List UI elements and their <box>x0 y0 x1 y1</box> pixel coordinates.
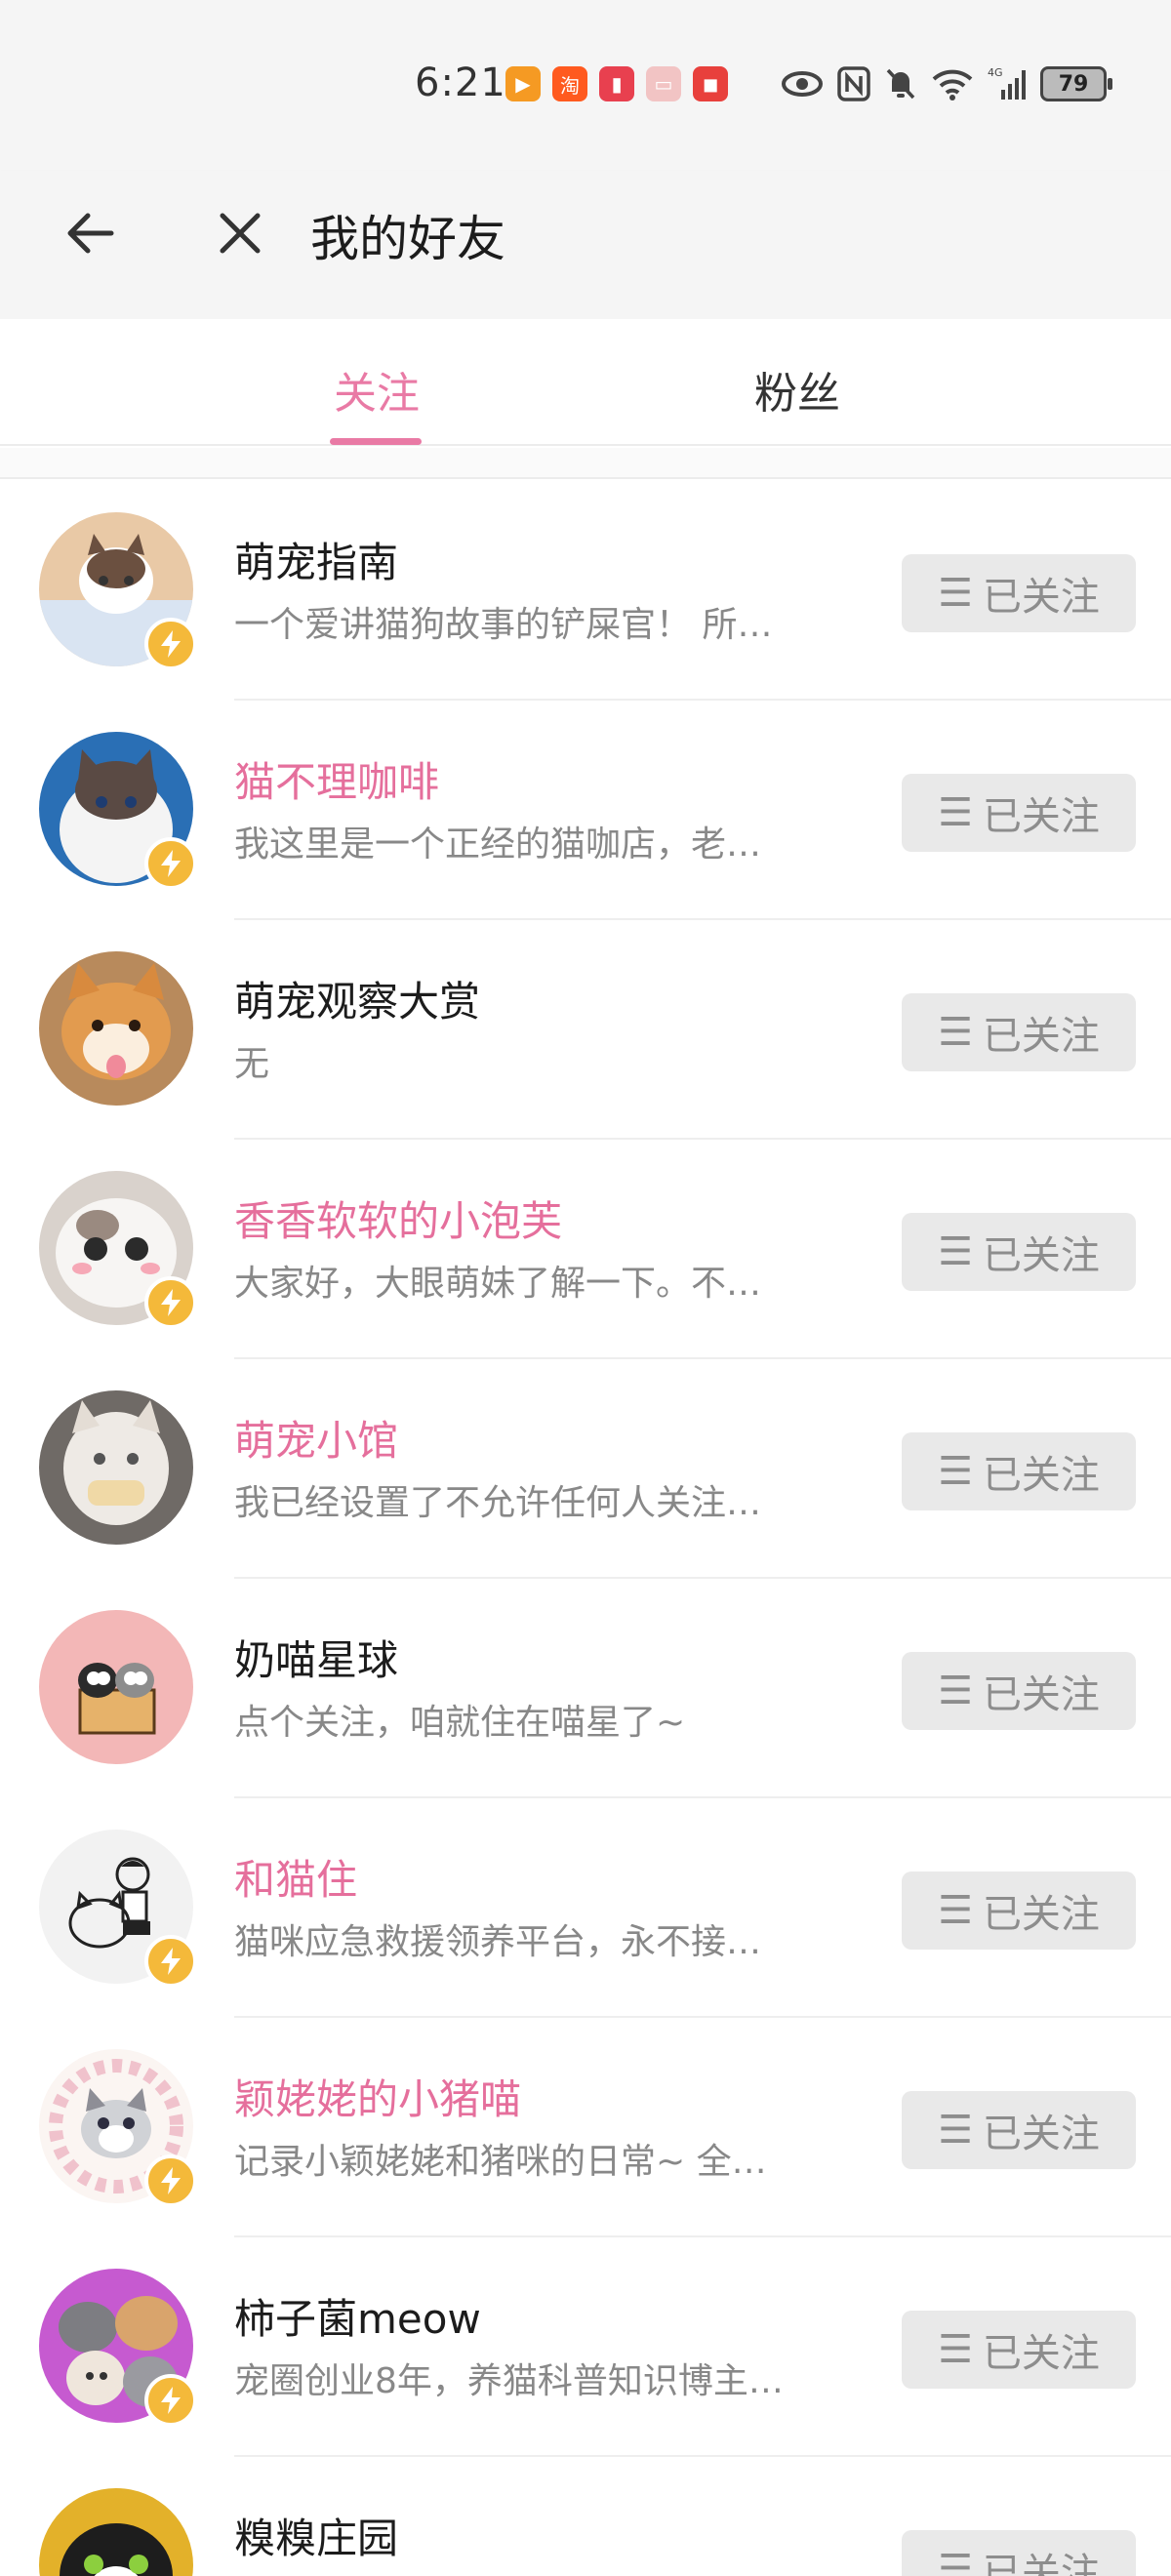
followed-button-label: 已关注 <box>982 2551 1100 2576</box>
system-status-icons: 4G 79 <box>781 64 1112 103</box>
verified-badge-icon <box>144 837 197 890</box>
list-item[interactable]: 猫不理咖啡 我这里是一个正经的猫咖店，老… ☰ 已关注 <box>0 701 1171 920</box>
list-item[interactable]: 奶喵星球 点个关注，咱就住在喵星了~ ☰ 已关注 <box>0 1579 1171 1798</box>
tab-following[interactable]: 关注 <box>279 358 474 421</box>
active-tab-indicator <box>330 438 422 445</box>
mute-icon <box>884 64 917 103</box>
user-description: 点个关注，咱就住在喵星了~ <box>234 1703 686 1743</box>
user-name[interactable]: 猫不理咖啡 <box>234 749 439 809</box>
followed-button-label: 已关注 <box>982 794 1100 839</box>
user-description: 大家好，大眼萌妹了解一下。不… <box>234 1264 762 1304</box>
followed-button-label: 已关注 <box>982 1453 1100 1498</box>
menu-icon: ☰ <box>938 2108 973 2153</box>
page-title: 我的好友 <box>310 211 505 267</box>
user-name[interactable]: 萌宠小馆 <box>234 1408 398 1468</box>
avatar[interactable] <box>39 2488 193 2576</box>
followed-button[interactable]: ☰ 已关注 <box>902 1213 1136 1291</box>
status-bar: 6:21 ▶ 淘 ▮ ▭ ◼ 4G 79 <box>0 0 1171 171</box>
user-name[interactable]: 萌宠观察大赏 <box>234 969 480 1028</box>
user-name[interactable]: 香香软软的小泡芙 <box>234 1188 562 1248</box>
wifi-icon <box>931 64 974 103</box>
list-item[interactable]: 香香软软的小泡芙 大家好，大眼萌妹了解一下。不… ☰ 已关注 <box>0 1140 1171 1359</box>
menu-icon: ☰ <box>938 790 973 835</box>
menu-icon: ☰ <box>938 1888 973 1933</box>
tab-fans[interactable]: 粉丝 <box>700 358 895 421</box>
signal-icon: 4G <box>988 64 1027 103</box>
followed-button-label: 已关注 <box>982 1014 1100 1059</box>
close-button[interactable] <box>205 198 275 268</box>
user-name[interactable]: 萌宠指南 <box>234 530 398 589</box>
verified-badge-icon <box>144 2154 197 2207</box>
avatar[interactable] <box>39 1390 193 1545</box>
followed-button[interactable]: ☰ 已关注 <box>902 1872 1136 1950</box>
followed-button[interactable]: ☰ 已关注 <box>902 993 1136 1071</box>
list-item[interactable]: 萌宠指南 一个爱讲猫狗故事的铲屎官！ 所… ☰ 已关注 <box>0 481 1171 701</box>
user-name[interactable]: 和猫住 <box>234 1847 357 1907</box>
svg-text:4G: 4G <box>988 66 1003 79</box>
book-app-icon: ▮ <box>599 66 634 101</box>
menu-icon: ☰ <box>938 1010 973 1055</box>
back-button[interactable] <box>55 198 125 268</box>
verified-badge-icon <box>144 618 197 670</box>
menu-icon: ☰ <box>938 1669 973 1713</box>
following-list: 萌宠指南 一个爱讲猫狗故事的铲屎官！ 所… ☰ 已关注 猫不理咖啡 我这里是一个正… <box>0 481 1171 2576</box>
menu-icon: ☰ <box>938 1449 973 1494</box>
list-item[interactable]: 萌宠小馆 我已经设置了不允许任何人关注… ☰ 已关注 <box>0 1359 1171 1579</box>
followed-button[interactable]: ☰ 已关注 <box>902 1432 1136 1510</box>
followed-button-label: 已关注 <box>982 1672 1100 1717</box>
followed-button-label: 已关注 <box>982 1892 1100 1937</box>
list-item[interactable]: 萌宠观察大赏 无 ☰ 已关注 <box>0 920 1171 1140</box>
menu-icon: ☰ <box>938 571 973 616</box>
huawei-app-icon: ◼ <box>693 66 728 101</box>
menu-icon: ☰ <box>938 2547 973 2576</box>
user-name[interactable]: 柿子菌meow <box>234 2286 481 2346</box>
followed-button-label: 已关注 <box>982 2112 1100 2156</box>
calendar-app-icon: ▭ <box>646 66 681 101</box>
user-description: 无 <box>234 1044 270 1084</box>
followed-button[interactable]: ☰ 已关注 <box>902 2311 1136 2389</box>
user-description: 一个爱讲猫狗故事的铲屎官！ 所… <box>234 605 773 645</box>
menu-icon: ☰ <box>938 2327 973 2372</box>
eye-icon <box>781 64 824 103</box>
followed-button[interactable]: ☰ 已关注 <box>902 2091 1136 2169</box>
followed-button[interactable]: ☰ 已关注 <box>902 774 1136 852</box>
user-description: 宠圈创业8年，养猫科普知识博主… <box>234 2361 784 2401</box>
followed-button-label: 已关注 <box>982 2331 1100 2376</box>
list-item[interactable]: 和猫住 猫咪应急救援领养平台，永不接… ☰ 已关注 <box>0 1798 1171 2018</box>
app-header: 我的好友 <box>0 171 1171 319</box>
status-time: 6:21 <box>415 60 506 105</box>
tab-bar: 关注 粉丝 <box>0 319 1171 446</box>
followed-button-label: 已关注 <box>982 575 1100 620</box>
user-description: 我这里是一个正经的猫咖店，老… <box>234 825 762 865</box>
notification-app-icons: ▶ 淘 ▮ ▭ ◼ <box>505 66 728 101</box>
arrow-left-icon <box>67 213 114 254</box>
followed-button[interactable]: ☰ 已关注 <box>902 2530 1136 2576</box>
avatar[interactable] <box>39 1610 193 1764</box>
taobao-icon: 淘 <box>552 66 587 101</box>
user-description: 猫咪应急救援领养平台，永不接… <box>234 1922 762 1962</box>
close-icon <box>220 213 261 254</box>
list-item[interactable]: 颖姥姥的小猪喵 记录小颖姥姥和猪咪的日常~ 全… ☰ 已关注 <box>0 2018 1171 2237</box>
list-item[interactable]: 柿子菌meow 宠圈创业8年，养猫科普知识博主… ☰ 已关注 <box>0 2237 1171 2457</box>
user-name[interactable]: 奶喵星球 <box>234 1628 398 1687</box>
verified-badge-icon <box>144 1276 197 1329</box>
section-divider <box>0 448 1171 479</box>
user-name[interactable]: 颖姥姥的小猪喵 <box>234 2067 521 2126</box>
followed-button[interactable]: ☰ 已关注 <box>902 1652 1136 1730</box>
followed-button-label: 已关注 <box>982 1233 1100 1278</box>
followed-button[interactable]: ☰ 已关注 <box>902 554 1136 632</box>
menu-icon: ☰ <box>938 1229 973 1274</box>
nfc-icon <box>837 64 870 103</box>
video-app-icon: ▶ <box>505 66 541 101</box>
user-description: 记录小颖姥姥和猪咪的日常~ 全… <box>234 2142 767 2182</box>
verified-badge-icon <box>144 1935 197 1988</box>
verified-badge-icon <box>144 2374 197 2427</box>
battery-indicator: 79 <box>1040 66 1112 101</box>
user-description: 我已经设置了不允许任何人关注… <box>234 1483 762 1523</box>
user-name[interactable]: 糗糗庄园 <box>234 2506 398 2565</box>
list-item[interactable]: 糗糗庄园 ☰ 已关注 <box>0 2457 1171 2576</box>
avatar[interactable] <box>39 951 193 1106</box>
